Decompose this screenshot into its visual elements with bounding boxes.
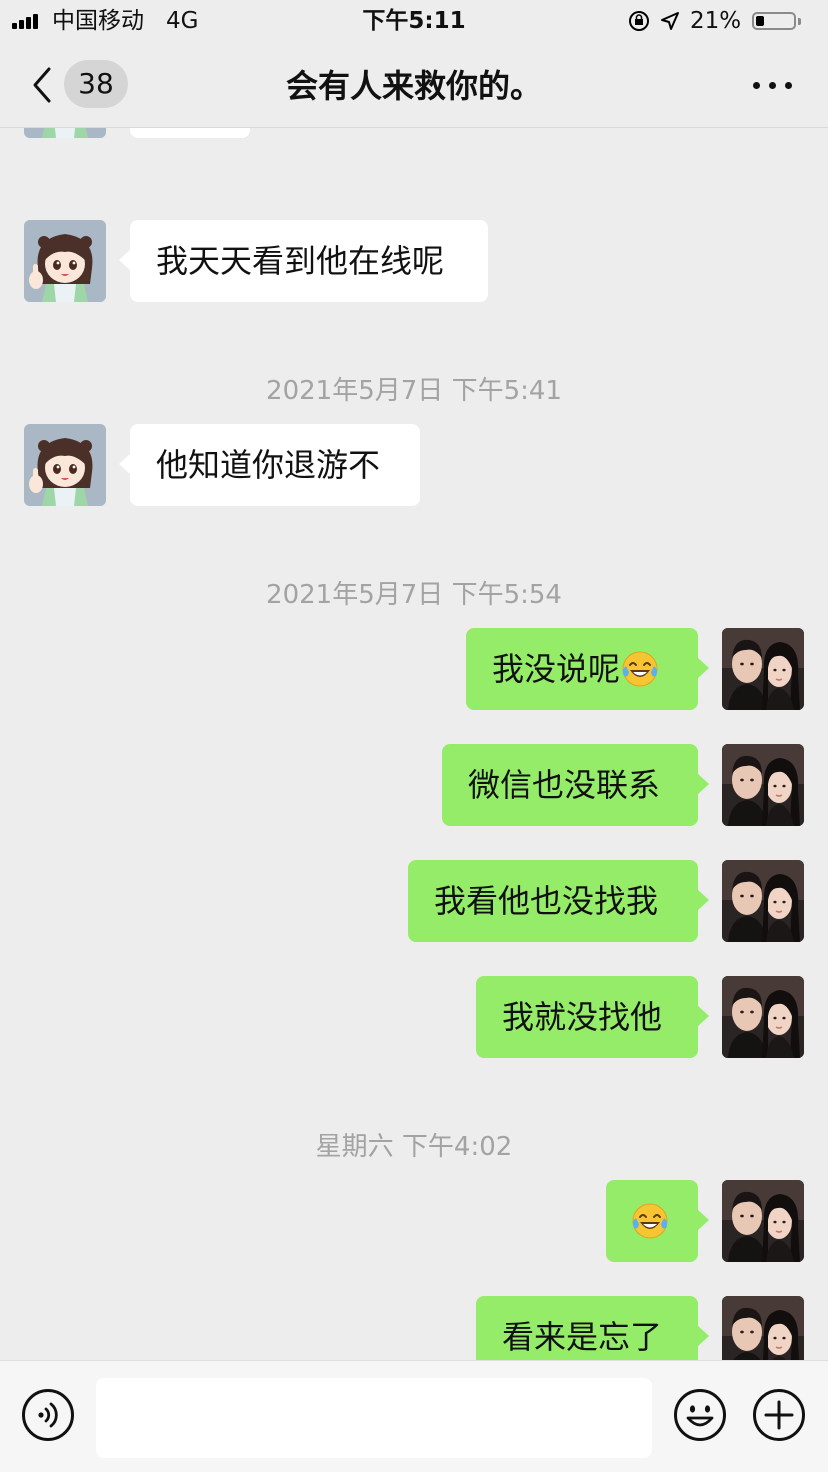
incoming-message-bubble[interactable]: 好吧 <box>130 128 250 138</box>
more-dot-icon <box>753 82 760 89</box>
couple-photo-avatar-image <box>722 1296 804 1360</box>
outgoing-message-bubble[interactable]: 我就没找他 <box>476 976 709 1058</box>
more-dot-icon <box>769 82 776 89</box>
outgoing-message-bubble[interactable]: 我没说呢 <box>466 628 709 710</box>
outgoing-message-bubble[interactable]: 我看他也没找我 <box>408 860 709 942</box>
message-text: 我天天看到他在线呢 <box>156 242 445 280</box>
input-bar <box>0 1360 828 1472</box>
chat-message-list[interactable]: 好吧我天天看到他在线呢 2021年5月7日 下午5:41 他知道你退游不 2021年5… <box>0 128 828 1360</box>
my-avatar[interactable] <box>722 628 804 710</box>
plus-icon <box>753 1389 805 1441</box>
chat-header: 38 会有人来救你的。 <box>0 42 828 128</box>
more-dot-icon <box>785 82 792 89</box>
message-text: 我就没找他 <box>502 998 663 1036</box>
my-avatar[interactable] <box>722 744 804 826</box>
voice-input-button[interactable] <box>21 1388 75 1442</box>
battery-percent: 21% <box>690 8 742 34</box>
contact-avatar[interactable] <box>24 220 106 302</box>
message-emoji <box>620 650 660 688</box>
chat-timestamp: 2021年5月7日 下午5:54 <box>266 580 562 610</box>
status-bar: 中国移动 4G 下午5:11 21% <box>0 0 828 42</box>
message-text: 看来是忘了 <box>502 1318 663 1356</box>
couple-photo-avatar-image <box>722 860 804 942</box>
couple-photo-avatar-image <box>722 744 804 826</box>
status-right-group: 21% <box>618 6 818 36</box>
incoming-message-bubble[interactable]: 他知道你退游不 <box>119 424 420 506</box>
more-functions-button[interactable] <box>752 1388 806 1442</box>
message-text: 微信也没联系 <box>468 766 661 804</box>
unread-count-badge[interactable]: 38 <box>64 60 128 108</box>
emoji-button[interactable] <box>673 1388 727 1442</box>
laugh-cry-emoji-icon <box>622 651 658 687</box>
battery-level-fill <box>756 16 764 26</box>
couple-photo-avatar-image <box>722 1180 804 1262</box>
rotation-lock-icon <box>629 11 649 31</box>
outgoing-message-bubble[interactable]: 微信也没联系 <box>442 744 709 826</box>
contact-avatar[interactable] <box>24 424 106 506</box>
my-avatar[interactable] <box>722 1180 804 1262</box>
location-arrow-icon <box>661 12 679 30</box>
contact-avatar[interactable] <box>24 128 106 138</box>
couple-photo-avatar-image <box>722 976 804 1058</box>
message-text: 他知道你退游不 <box>156 446 381 484</box>
anime-girl-avatar-image <box>24 424 106 506</box>
laugh-cry-emoji-icon <box>632 1203 668 1239</box>
more-options-button[interactable] <box>750 68 800 102</box>
chat-timestamp: 星期六 下午4:02 <box>315 1132 513 1162</box>
anime-girl-avatar-image <box>24 220 106 302</box>
chat-title: 会有人来救你的。 <box>285 67 542 105</box>
my-avatar[interactable] <box>722 860 804 942</box>
voice-wave-icon <box>22 1389 74 1441</box>
back-button[interactable] <box>22 62 62 108</box>
message-emoji <box>630 1202 670 1240</box>
outgoing-message-bubble[interactable] <box>606 1180 709 1262</box>
couple-photo-avatar-image <box>722 628 804 710</box>
message-input[interactable] <box>96 1378 652 1458</box>
smiley-face-icon <box>674 1389 726 1441</box>
my-avatar[interactable] <box>722 976 804 1058</box>
incoming-message-bubble[interactable]: 我天天看到他在线呢 <box>119 220 488 302</box>
message-text: 我看他也没找我 <box>434 882 659 920</box>
my-avatar[interactable] <box>722 1296 804 1360</box>
message-text: 我没说呢 <box>492 650 621 688</box>
chat-timestamp: 2021年5月7日 下午5:41 <box>266 376 562 406</box>
outgoing-message-bubble[interactable]: 看来是忘了 <box>476 1296 709 1360</box>
battery-icon <box>752 12 796 30</box>
chevron-left-icon <box>33 67 51 103</box>
anime-girl-avatar-image <box>24 128 106 138</box>
battery-cap <box>798 18 801 25</box>
